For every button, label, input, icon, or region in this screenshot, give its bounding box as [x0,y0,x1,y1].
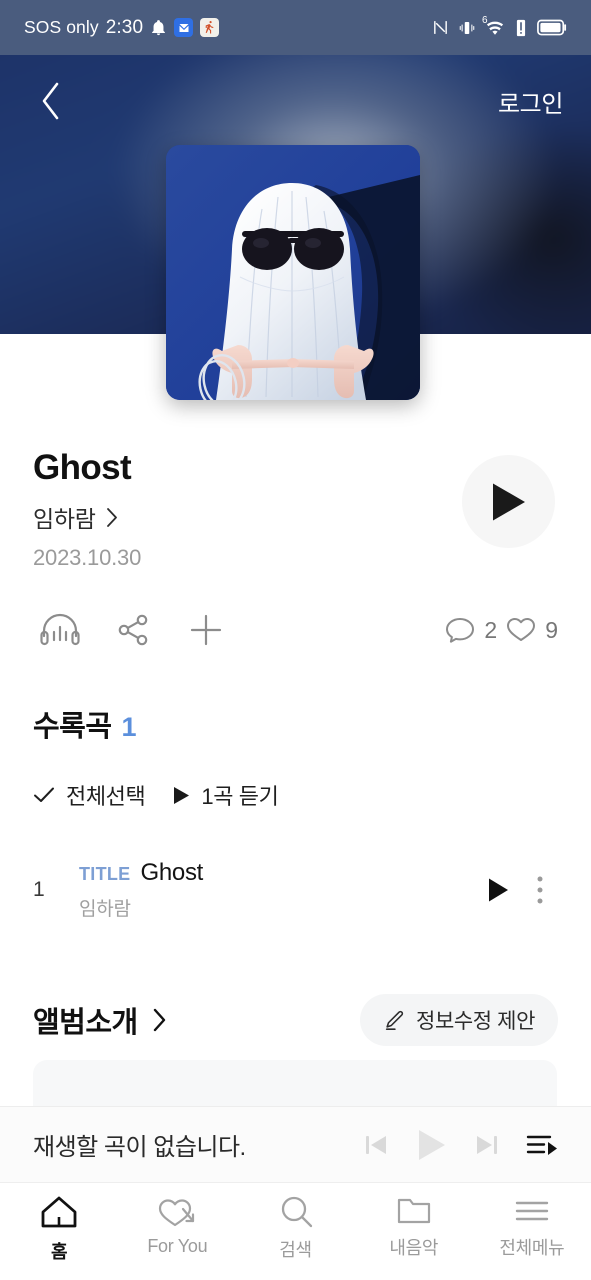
track-play-button[interactable] [474,866,522,914]
wifi-6-icon: 6 [482,15,505,36]
battery-icon [537,19,567,36]
plus-icon [190,614,222,646]
nav-label-search: 검색 [279,1240,312,1260]
suggest-edit-label: 정보수정 제안 [416,1010,535,1033]
album-intro-link[interactable]: 앨범소개 [33,999,168,1041]
chevron-right-icon [153,1008,165,1032]
like-count: 9 [545,616,558,643]
status-bar: SOS only 2:30 6 [0,0,591,55]
album-meta: Ghost 임하람 2023.10.30 [33,448,463,571]
playlist-icon [526,1135,557,1155]
status-bar-left: SOS only 2:30 [24,16,220,39]
track-title-line: TITLE Ghost [79,859,474,887]
mini-player-message: 재생할 곡이 없습니다. [33,1134,246,1161]
nav-item-home[interactable]: 홈 [0,1195,118,1264]
bottom-navigation: 홈 For You 검색 내음악 전체메뉴 [0,1182,591,1280]
skip-next-icon [477,1135,497,1154]
release-date: 2023.10.30 [33,545,142,570]
album-social-counters: 2 9 [445,616,558,644]
nav-label-for-you: For You [147,1236,208,1256]
suggest-edit-button[interactable]: 정보수정 제안 [360,994,558,1046]
tracks-section-header: 수록곡 1 [33,703,137,745]
nav-label-home: 홈 [50,1242,68,1262]
play-all-label: 1곡 듣기 [201,784,279,809]
nav-item-my-music[interactable]: 내음악 [355,1195,473,1260]
play-album-button[interactable] [462,455,555,548]
artist-name: 임하람 [33,506,96,532]
wifi-generation-label: 6 [482,14,488,26]
album-intro-title: 앨범소개 [33,1007,138,1039]
share-button[interactable] [106,603,160,657]
home-icon [41,1196,77,1228]
artist-link[interactable]: 임하람 [33,500,463,534]
more-vertical-icon [537,876,543,904]
share-icon [118,614,148,646]
mini-player: 재생할 곡이 없습니다. [0,1106,591,1182]
select-all-button[interactable]: 전체선택 [33,779,146,811]
alert-icon [514,19,528,37]
comment-icon [446,618,475,643]
track-title: Ghost [140,859,204,886]
comment-counter[interactable]: 2 [445,616,497,644]
add-button[interactable] [179,603,233,657]
next-button[interactable] [474,1132,500,1158]
status-bar-right: 6 [432,15,567,37]
album-title: Ghost [33,448,132,487]
vibrate-icon [458,19,476,37]
playlist-button[interactable] [526,1132,558,1158]
track-info: TITLE Ghost 임하람 [79,859,474,921]
play-icon [489,878,508,902]
chevron-right-icon [106,507,117,527]
nav-item-for-you[interactable]: For You [118,1195,236,1257]
check-icon [34,787,54,802]
album-intro-header: 앨범소개 정보수정 제안 [0,992,591,1048]
track-controls: 전체선택 1곡 듣기 [33,779,279,811]
play-all-button[interactable]: 1곡 듣기 [173,779,279,811]
play-icon [419,1129,445,1160]
play-button[interactable] [415,1128,448,1162]
messenger-app-icon [174,18,194,37]
select-all-label: 전체선택 [66,784,146,809]
like-counter[interactable]: 9 [506,616,558,644]
previous-button[interactable] [363,1132,389,1158]
nav-label-my-music: 내음악 [389,1238,439,1258]
album-actions: 2 9 [0,598,591,662]
search-icon [281,1196,312,1228]
headphones-equalizer-icon [40,613,80,646]
play-icon [174,786,190,804]
ghost-album-artwork [166,145,420,400]
chevron-left-icon [42,82,59,120]
headphones-equalizer-button[interactable] [33,603,87,657]
hero-toolbar: 로그인 [0,55,591,147]
carrier-label: SOS only [24,17,99,37]
table-row[interactable]: 1 TITLE Ghost 임하람 [0,845,591,935]
comment-count: 2 [484,616,498,643]
track-number: 1 [33,878,45,901]
track-more-button[interactable] [522,866,558,914]
skip-previous-icon [366,1135,386,1154]
title-track-badge: TITLE [79,864,131,884]
tracks-count: 1 [121,712,137,742]
heart-icon [507,618,536,641]
nfc-icon [432,19,449,36]
hamburger-icon [515,1201,549,1221]
back-button[interactable] [28,78,74,124]
folder-icon [397,1198,430,1224]
login-button[interactable]: 로그인 [498,84,563,119]
heart-arrow-icon [159,1199,195,1227]
fitness-app-icon [200,18,220,37]
mini-player-controls [363,1128,558,1162]
pencil-icon [385,1010,404,1030]
play-icon [492,483,525,520]
track-artist: 임하람 [79,899,131,920]
tracks-section-title: 수록곡 [33,711,112,743]
nav-item-search[interactable]: 검색 [236,1195,354,1262]
clock-label: 2:30 [105,16,144,38]
bell-icon [150,19,167,37]
album-cover-image[interactable] [166,145,420,400]
nav-label-all-menu: 전체메뉴 [499,1238,565,1258]
album-detail-screen: SOS only 2:30 6 로그인 Ghost 임하람 2023.10.30… [0,0,591,1280]
nav-item-all-menu[interactable]: 전체메뉴 [473,1195,591,1260]
